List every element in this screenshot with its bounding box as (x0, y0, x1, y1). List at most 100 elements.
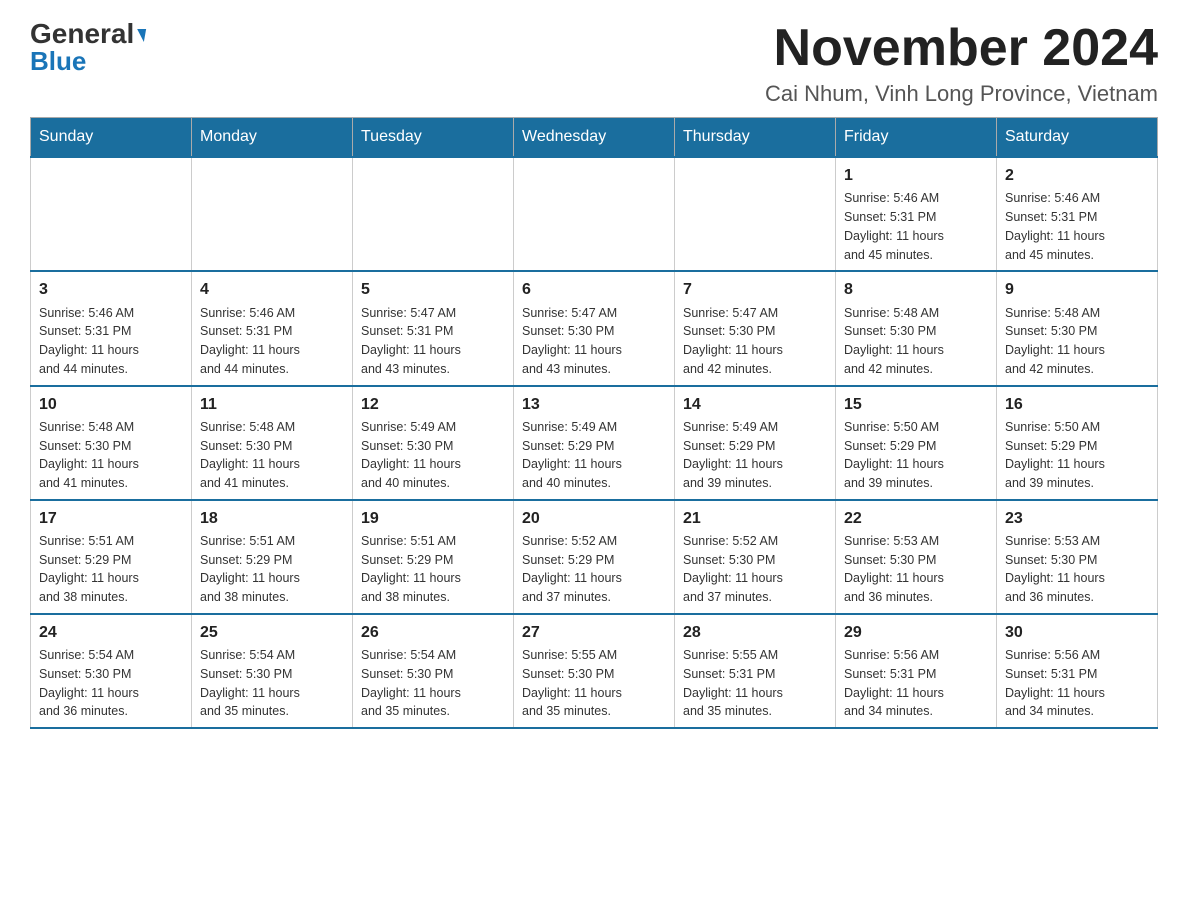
day-info: Sunrise: 5:47 AM Sunset: 5:31 PM Dayligh… (361, 304, 505, 379)
calendar-week-2: 3 Sunrise: 5:46 AM Sunset: 5:31 PM Daylig… (31, 271, 1158, 385)
calendar-cell: 10Sunrise: 5:48 AM Sunset: 5:30 PM Dayli… (31, 386, 192, 500)
day-number: 14 (683, 393, 827, 416)
calendar-cell: 14Sunrise: 5:49 AM Sunset: 5:29 PM Dayli… (675, 386, 836, 500)
day-info: Sunrise: 5:46 AM Sunset: 5:31 PM Dayligh… (39, 304, 183, 379)
day-info: Sunrise: 5:51 AM Sunset: 5:29 PM Dayligh… (361, 532, 505, 607)
day-number: 27 (522, 621, 666, 644)
calendar-cell: 4 Sunrise: 5:46 AM Sunset: 5:31 PM Daylig… (192, 271, 353, 385)
calendar-cell (192, 157, 353, 271)
calendar-week-3: 10Sunrise: 5:48 AM Sunset: 5:30 PM Dayli… (31, 386, 1158, 500)
day-info: Sunrise: 5:46 AM Sunset: 5:31 PM Dayligh… (200, 304, 344, 379)
day-info: Sunrise: 5:54 AM Sunset: 5:30 PM Dayligh… (200, 646, 344, 721)
calendar-cell (353, 157, 514, 271)
calendar-cell: 28Sunrise: 5:55 AM Sunset: 5:31 PM Dayli… (675, 614, 836, 728)
day-number: 21 (683, 507, 827, 530)
day-info: Sunrise: 5:47 AM Sunset: 5:30 PM Dayligh… (522, 304, 666, 379)
calendar-week-5: 24Sunrise: 5:54 AM Sunset: 5:30 PM Dayli… (31, 614, 1158, 728)
day-info: Sunrise: 5:48 AM Sunset: 5:30 PM Dayligh… (39, 418, 183, 493)
day-number: 7 (683, 278, 827, 301)
day-number: 8 (844, 278, 988, 301)
day-info: Sunrise: 5:56 AM Sunset: 5:31 PM Dayligh… (844, 646, 988, 721)
day-number: 24 (39, 621, 183, 644)
day-info: Sunrise: 5:48 AM Sunset: 5:30 PM Dayligh… (844, 304, 988, 379)
day-info: Sunrise: 5:46 AM Sunset: 5:31 PM Dayligh… (844, 189, 988, 264)
calendar-cell: 12Sunrise: 5:49 AM Sunset: 5:30 PM Dayli… (353, 386, 514, 500)
calendar-cell (675, 157, 836, 271)
calendar-week-4: 17Sunrise: 5:51 AM Sunset: 5:29 PM Dayli… (31, 500, 1158, 614)
day-number: 11 (200, 393, 344, 416)
day-info: Sunrise: 5:54 AM Sunset: 5:30 PM Dayligh… (361, 646, 505, 721)
calendar-cell: 24Sunrise: 5:54 AM Sunset: 5:30 PM Dayli… (31, 614, 192, 728)
day-number: 26 (361, 621, 505, 644)
day-number: 20 (522, 507, 666, 530)
logo-general: General (30, 20, 145, 48)
day-number: 30 (1005, 621, 1149, 644)
calendar-cell: 2Sunrise: 5:46 AM Sunset: 5:31 PM Daylig… (997, 157, 1158, 271)
day-info: Sunrise: 5:50 AM Sunset: 5:29 PM Dayligh… (1005, 418, 1149, 493)
day-info: Sunrise: 5:50 AM Sunset: 5:29 PM Dayligh… (844, 418, 988, 493)
weekday-header-tuesday: Tuesday (353, 118, 514, 158)
day-number: 25 (200, 621, 344, 644)
day-info: Sunrise: 5:52 AM Sunset: 5:29 PM Dayligh… (522, 532, 666, 607)
day-info: Sunrise: 5:51 AM Sunset: 5:29 PM Dayligh… (39, 532, 183, 607)
calendar-table: SundayMondayTuesdayWednesdayThursdayFrid… (30, 117, 1158, 729)
weekday-header-wednesday: Wednesday (514, 118, 675, 158)
calendar-cell: 22Sunrise: 5:53 AM Sunset: 5:30 PM Dayli… (836, 500, 997, 614)
weekday-header-sunday: Sunday (31, 118, 192, 158)
day-number: 9 (1005, 278, 1149, 301)
day-number: 23 (1005, 507, 1149, 530)
calendar-cell: 5 Sunrise: 5:47 AM Sunset: 5:31 PM Daylig… (353, 271, 514, 385)
weekday-header-saturday: Saturday (997, 118, 1158, 158)
day-number: 10 (39, 393, 183, 416)
day-number: 28 (683, 621, 827, 644)
calendar-cell: 25Sunrise: 5:54 AM Sunset: 5:30 PM Dayli… (192, 614, 353, 728)
calendar-cell: 23Sunrise: 5:53 AM Sunset: 5:30 PM Dayli… (997, 500, 1158, 614)
day-info: Sunrise: 5:52 AM Sunset: 5:30 PM Dayligh… (683, 532, 827, 607)
calendar-cell: 29Sunrise: 5:56 AM Sunset: 5:31 PM Dayli… (836, 614, 997, 728)
weekday-header-thursday: Thursday (675, 118, 836, 158)
day-info: Sunrise: 5:51 AM Sunset: 5:29 PM Dayligh… (200, 532, 344, 607)
day-number: 16 (1005, 393, 1149, 416)
calendar-cell (31, 157, 192, 271)
day-info: Sunrise: 5:53 AM Sunset: 5:30 PM Dayligh… (1005, 532, 1149, 607)
page-header: General Blue November 2024 Cai Nhum, Vin… (30, 20, 1158, 107)
weekday-header-friday: Friday (836, 118, 997, 158)
calendar-cell: 7Sunrise: 5:47 AM Sunset: 5:30 PM Daylig… (675, 271, 836, 385)
calendar-cell: 21Sunrise: 5:52 AM Sunset: 5:30 PM Dayli… (675, 500, 836, 614)
day-info: Sunrise: 5:54 AM Sunset: 5:30 PM Dayligh… (39, 646, 183, 721)
day-number: 22 (844, 507, 988, 530)
day-number: 5 (361, 278, 505, 301)
day-number: 17 (39, 507, 183, 530)
calendar-cell: 15Sunrise: 5:50 AM Sunset: 5:29 PM Dayli… (836, 386, 997, 500)
day-info: Sunrise: 5:56 AM Sunset: 5:31 PM Dayligh… (1005, 646, 1149, 721)
calendar-title: November 2024 (765, 20, 1158, 77)
calendar-cell: 1Sunrise: 5:46 AM Sunset: 5:31 PM Daylig… (836, 157, 997, 271)
title-area: November 2024 Cai Nhum, Vinh Long Provin… (765, 20, 1158, 107)
day-number: 3 (39, 278, 183, 301)
day-info: Sunrise: 5:55 AM Sunset: 5:30 PM Dayligh… (522, 646, 666, 721)
day-number: 12 (361, 393, 505, 416)
day-info: Sunrise: 5:48 AM Sunset: 5:30 PM Dayligh… (1005, 304, 1149, 379)
calendar-cell: 30Sunrise: 5:56 AM Sunset: 5:31 PM Dayli… (997, 614, 1158, 728)
logo: General Blue (30, 20, 145, 77)
day-info: Sunrise: 5:49 AM Sunset: 5:30 PM Dayligh… (361, 418, 505, 493)
calendar-cell: 6Sunrise: 5:47 AM Sunset: 5:30 PM Daylig… (514, 271, 675, 385)
calendar-cell: 3 Sunrise: 5:46 AM Sunset: 5:31 PM Daylig… (31, 271, 192, 385)
day-info: Sunrise: 5:49 AM Sunset: 5:29 PM Dayligh… (683, 418, 827, 493)
calendar-cell: 19Sunrise: 5:51 AM Sunset: 5:29 PM Dayli… (353, 500, 514, 614)
day-info: Sunrise: 5:49 AM Sunset: 5:29 PM Dayligh… (522, 418, 666, 493)
calendar-cell: 17Sunrise: 5:51 AM Sunset: 5:29 PM Dayli… (31, 500, 192, 614)
day-number: 4 (200, 278, 344, 301)
calendar-cell (514, 157, 675, 271)
calendar-cell: 16Sunrise: 5:50 AM Sunset: 5:29 PM Dayli… (997, 386, 1158, 500)
day-info: Sunrise: 5:53 AM Sunset: 5:30 PM Dayligh… (844, 532, 988, 607)
day-info: Sunrise: 5:46 AM Sunset: 5:31 PM Dayligh… (1005, 189, 1149, 264)
calendar-cell: 26Sunrise: 5:54 AM Sunset: 5:30 PM Dayli… (353, 614, 514, 728)
calendar-cell: 27Sunrise: 5:55 AM Sunset: 5:30 PM Dayli… (514, 614, 675, 728)
calendar-cell: 18Sunrise: 5:51 AM Sunset: 5:29 PM Dayli… (192, 500, 353, 614)
day-info: Sunrise: 5:48 AM Sunset: 5:30 PM Dayligh… (200, 418, 344, 493)
day-info: Sunrise: 5:55 AM Sunset: 5:31 PM Dayligh… (683, 646, 827, 721)
day-number: 15 (844, 393, 988, 416)
day-number: 19 (361, 507, 505, 530)
day-number: 1 (844, 164, 988, 187)
